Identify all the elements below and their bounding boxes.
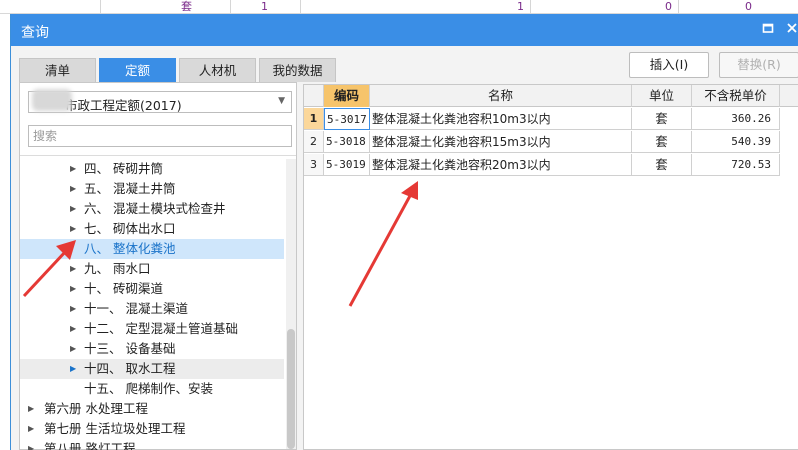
chevron-right-icon[interactable]: ▶ [70,359,76,379]
grid-row-number: 2 [304,131,324,153]
grid-cell-unit[interactable]: 套 [632,154,692,176]
query-dialog: 查询 清单 定额 人材机 我的数据 市政工程定额(2017) ▼ 搜索 ▶ 四、 … [10,14,798,450]
tree-item[interactable]: ▶ 十一、 混凝土渠道 [20,299,284,319]
chevron-right-icon[interactable]: ▶ [70,299,76,319]
chevron-right-icon[interactable]: ▶ [28,419,34,439]
tree-item-label: 七、 砌体出水口 [84,221,176,236]
scroll-thumb[interactable] [287,329,295,449]
tree-item[interactable]: ▶ 十三、 设备基础 [20,339,284,359]
grid-cell-name[interactable]: 整体混凝土化粪池容积10m3以内 [370,108,632,130]
tree-item[interactable]: 十五、 爬梯制作、安装 [20,379,284,399]
grid-cell-price[interactable]: 360.26 [692,108,780,130]
tree-item[interactable]: ▶ 第八册 路灯工程 [20,439,284,450]
tree-item-label: 四、 砖砌井筒 [84,161,163,176]
chevron-right-icon[interactable]: ▶ [70,179,76,199]
tree-item[interactable]: ▶ 七、 砌体出水口 [20,219,284,239]
chevron-right-icon[interactable]: ▶ [70,219,76,239]
tab-labor-material[interactable]: 人材机 [179,58,256,82]
grid-cell-code[interactable]: 5-3017 [324,108,370,130]
tree-item-label: 十五、 爬梯制作、安装 [84,381,213,396]
bg-cell-price2: 0 [678,0,758,14]
quota-library-value: 市政工程定额(2017) [65,98,182,113]
tree-item-label: 五、 混凝土井筒 [84,181,176,196]
chevron-down-icon[interactable]: ▼ [278,96,285,106]
chevron-right-icon[interactable]: ▶ [70,339,76,359]
grid-row-number: 3 [304,154,324,176]
grid-row-number: 1 [304,108,324,130]
tab-my-data-label: 我的数据 [272,63,323,78]
tree-item[interactable]: ▶ 六、 混凝土模块式检查井 [20,199,284,219]
grid-cell-code[interactable]: 5-3019 [324,154,370,176]
chevron-right-icon[interactable]: ▶ [70,319,76,339]
tree-item-label: 六、 混凝土模块式检查井 [84,201,226,216]
chevron-right-icon[interactable]: ▶ [70,159,76,179]
tree-item[interactable]: ▶ 第七册 生活垃圾处理工程 [20,419,284,439]
chevron-right-icon[interactable]: ▶ [70,279,76,299]
tree-item[interactable]: ▶ 十二、 定型混凝土管道基础 [20,319,284,339]
tree-item[interactable]: ▶ 四、 砖砌井筒 [20,159,284,179]
chevron-right-icon[interactable]: ▶ [28,439,34,450]
close-icon[interactable] [783,21,798,39]
search-input[interactable]: 搜索 [28,125,292,147]
grid-header-code[interactable]: 编码 [324,85,370,107]
dialog-titlebar[interactable]: 查询 [11,14,798,46]
bg-cell-price1: 0 [530,0,678,14]
tree-item-label: 第六册 水处理工程 [44,401,148,416]
chevron-right-icon[interactable]: ▶ [70,199,76,219]
tree-item-label: 八、 整体化粪池 [84,241,176,256]
tree-item-label: 十四、 取水工程 [84,361,176,376]
chapter-tree: ▶ 四、 砖砌井筒 ▶ 五、 混凝土井筒 ▶ 六、 混凝土模块式检查井 ▶ 七、 砌体出水口八… [20,159,284,450]
tree-item-label: 第七册 生活垃圾处理工程 [44,421,186,436]
grid-cell-price[interactable]: 720.53 [692,154,780,176]
bg-cell-qty: 1 [230,0,300,14]
tree-item[interactable]: ▶ 十、 砖砌渠道 [20,279,284,299]
tree-item[interactable]: ▶ 第六册 水处理工程 [20,399,284,419]
replace-button[interactable]: 替换(R) [719,52,798,78]
tree-item-label: 十三、 设备基础 [84,341,176,356]
tree-item[interactable]: ▶ 十四、 取水工程 [20,359,284,379]
bg-cell-qty2: 1 [300,0,530,14]
quota-results-grid: 编码 名称 单位 不含税单价 1 5-3017 整体混凝土化粪池容积10m3以内套 3… [303,84,798,450]
tab-labor-material-label: 人材机 [198,63,237,78]
bg-cell-unit: 套 [100,0,230,14]
grid-header-price[interactable]: 不含税单价 [692,85,780,107]
insert-button[interactable]: 插入(I) [629,52,709,78]
tree-item[interactable]: ▶ 五、 混凝土井筒 [20,179,284,199]
tree-scrollbar[interactable] [286,159,296,449]
background-spreadsheet-row: 套 1 1 0 0 [0,0,798,14]
tab-bill[interactable]: 清单 [19,58,96,82]
grid-cell-unit[interactable]: 套 [632,131,692,153]
tab-quota-label: 定额 [124,63,150,78]
tree-item[interactable]: ▶ 九、 雨水口 [20,259,284,279]
grid-header-name[interactable]: 名称 [370,85,632,107]
grid-cell-code[interactable]: 5-3018 [324,131,370,153]
grid-cell-unit[interactable]: 套 [632,108,692,130]
tree-item-label: 十一、 混凝土渠道 [84,301,188,316]
quota-tree-panel: 市政工程定额(2017) ▼ 搜索 ▶ 四、 砖砌井筒 ▶ 五、 混凝土井筒 ▶ 六、 混… [19,82,297,450]
tree-item-label: 十、 砖砌渠道 [84,281,163,296]
grid-header: 编码 名称 单位 不含税单价 [304,85,798,107]
tree-item[interactable]: 八、 整体化粪池 [20,239,284,259]
grid-cell-price[interactable]: 540.39 [692,131,780,153]
grid-cell-name[interactable]: 整体混凝土化粪池容积20m3以内 [370,154,632,176]
tab-bill-label: 清单 [44,63,70,78]
tree-item-label: 十二、 定型混凝土管道基础 [84,321,238,336]
tab-my-data[interactable]: 我的数据 [259,58,336,82]
grid-header-rownum [304,85,324,107]
tree-item-label: 第八册 路灯工程 [44,441,136,450]
divider [20,155,296,156]
blurred-region [32,89,72,111]
tree-item-label: 九、 雨水口 [84,261,151,276]
chevron-right-icon[interactable]: ▶ [28,399,34,419]
grid-cell-name[interactable]: 整体混凝土化粪池容积15m3以内 [370,131,632,153]
chevron-right-icon[interactable]: ▶ [70,259,76,279]
grid-header-unit[interactable]: 单位 [632,85,692,107]
tab-quota[interactable]: 定额 [99,58,176,82]
maximize-icon[interactable] [759,21,777,39]
dialog-title: 查询 [21,25,49,41]
